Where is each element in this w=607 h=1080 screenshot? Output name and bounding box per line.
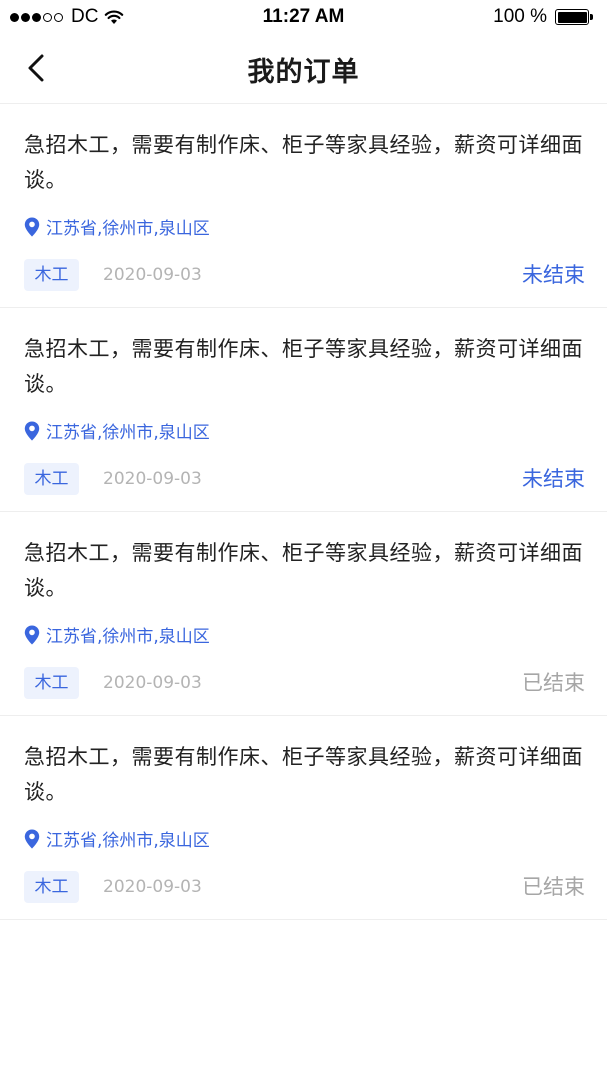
battery-tip [590,14,593,20]
battery-icon [555,9,595,25]
order-meta: 木工 2020-09-03 已结束 [24,871,585,903]
status-bar: DC 11:27 AM 100 % [0,0,607,34]
map-pin-icon [24,217,40,236]
order-meta: 木工 2020-09-03 已结束 [24,667,585,699]
category-tag: 木工 [24,259,79,291]
order-description: 急招木工，需要有制作床、柜子等家具经验，薪资可详细面谈。 [24,745,583,804]
order-status: 已结束 [522,875,585,899]
order-date: 2020-09-03 [103,673,202,693]
nav-bar: 我的订单 [0,34,607,104]
order-status: 已结束 [522,671,585,695]
location-text: 江苏省,徐州市,泉山区 [46,423,210,443]
order-date: 2020-09-03 [103,877,202,897]
page-title: 我的订单 [247,57,360,88]
location-text: 江苏省,徐州市,泉山区 [46,219,210,239]
status-bar-right: 100 % [493,6,595,28]
category-tag: 木工 [24,871,79,903]
battery-percent: 100 % [493,6,547,27]
map-pin-icon [24,421,40,440]
order-item[interactable]: 急招木工，需要有制作床、柜子等家具经验，薪资可详细面谈。 江苏省,徐州市,泉山区… [0,512,607,716]
category-tag: 木工 [24,463,79,495]
map-pin-icon [24,829,40,848]
order-status: 未结束 [522,467,585,491]
map-pin-icon [24,625,40,644]
order-list: 急招木工，需要有制作床、柜子等家具经验，薪资可详细面谈。 江苏省,徐州市,泉山区… [0,104,607,920]
order-item[interactable]: 急招木工，需要有制作床、柜子等家具经验，薪资可详细面谈。 江苏省,徐州市,泉山区… [0,716,607,920]
category-tag: 木工 [24,667,79,699]
order-date: 2020-09-03 [103,265,202,285]
location-text: 江苏省,徐州市,泉山区 [46,627,210,647]
order-status: 未结束 [522,263,585,287]
order-meta: 木工 2020-09-03 未结束 [24,463,585,495]
battery-body [555,9,589,25]
order-date: 2020-09-03 [103,469,202,489]
location-text: 江苏省,徐州市,泉山区 [46,831,210,851]
order-meta: 木工 2020-09-03 未结束 [24,259,585,291]
order-description: 急招木工，需要有制作床、柜子等家具经验，薪资可详细面谈。 [24,133,583,192]
order-item[interactable]: 急招木工，需要有制作床、柜子等家具经验，薪资可详细面谈。 江苏省,徐州市,泉山区… [0,308,607,512]
battery-fill [557,11,587,23]
order-item[interactable]: 急招木工，需要有制作床、柜子等家具经验，薪资可详细面谈。 江苏省,徐州市,泉山区… [0,104,607,308]
order-location: 江苏省,徐州市,泉山区 [24,826,210,851]
order-description: 急招木工，需要有制作床、柜子等家具经验，薪资可详细面谈。 [24,541,583,600]
order-location: 江苏省,徐州市,泉山区 [24,622,210,647]
order-description: 急招木工，需要有制作床、柜子等家具经验，薪资可详细面谈。 [24,337,583,396]
order-location: 江苏省,徐州市,泉山区 [24,214,210,239]
order-location: 江苏省,徐州市,泉山区 [24,418,210,443]
